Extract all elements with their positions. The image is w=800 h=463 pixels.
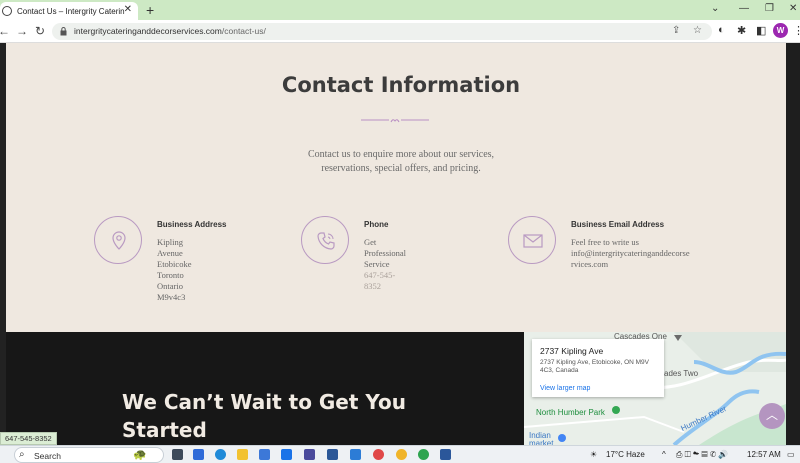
envelope-icon [508, 216, 556, 264]
chrome-icon-1[interactable] [373, 449, 384, 460]
tray-chevron-icon[interactable]: ^ [662, 450, 666, 459]
search-icon: ⌕ [19, 449, 25, 460]
cta-heading: We Can’t Wait to Get You Started [122, 390, 407, 442]
email-text: Feel free to write us info@intergritycat… [571, 237, 690, 269]
app-icon-1[interactable] [304, 449, 315, 460]
phone-number-link[interactable]: 647-545-8352 [364, 270, 395, 291]
windows-taskbar: ⌕ Search 🐢 ☀ 17°C Haze ^ ⎙ ◫ ☁ ▤ ✆ 🔊 12:… [0, 445, 800, 463]
edge-icon[interactable] [215, 449, 226, 460]
email-address-link[interactable]: info@intergritycateringanddecorse [571, 248, 690, 258]
divider-ornament-icon [361, 119, 429, 123]
chrome-icon-active[interactable] [418, 449, 429, 460]
browser-toolbar: ← → ↻ intergritycateringanddecorservices… [0, 20, 800, 43]
widgets-icon[interactable] [193, 449, 204, 460]
status-bar-link-preview: 647-545-8352 [0, 432, 57, 445]
bookmark-star-icon[interactable]: ☆ [693, 25, 702, 36]
map-label-cascades-two: ades Two [664, 369, 699, 378]
store-icon[interactable] [259, 449, 270, 460]
extensions-puzzle-icon[interactable]: ✱ [737, 24, 746, 37]
menu-icon[interactable]: ⋮ [793, 24, 800, 37]
forward-arrow-icon[interactable]: → [16, 24, 28, 38]
restore-icon[interactable]: ❐ [765, 3, 774, 14]
mail-icon[interactable] [281, 449, 292, 460]
new-tab-button[interactable]: + [146, 2, 154, 18]
scroll-to-top-button[interactable]: ︿ [759, 403, 785, 429]
browser-tab[interactable]: Contact Us – Intergrity Catering ✕ [0, 2, 138, 20]
phone-icon [301, 216, 349, 264]
section-title: Contact Information [281, 73, 521, 97]
url-text: intergritycateringanddecorservices.com/c… [74, 26, 266, 36]
tab-close-icon[interactable]: ✕ [124, 4, 132, 15]
clock[interactable]: 12:57 AM [747, 450, 781, 459]
taskbar-search[interactable]: ⌕ Search 🐢 [14, 447, 164, 463]
map-label-north-humber-park: North Humber Park [536, 408, 605, 417]
tab-search-chevron-icon[interactable]: ⌄ [711, 3, 719, 14]
location-pin-icon [94, 216, 142, 264]
reload-icon[interactable]: ↻ [35, 24, 45, 38]
view-larger-map-link[interactable]: View larger map [540, 385, 590, 392]
share-icon[interactable]: ⇪ [672, 25, 680, 36]
app-icon-2[interactable] [327, 449, 338, 460]
close-window-icon[interactable]: ✕ [789, 3, 797, 14]
map-place-title: 2737 Kipling Ave [540, 346, 604, 356]
lock-icon [60, 27, 67, 36]
word-icon[interactable] [440, 449, 451, 460]
file-explorer-icon[interactable] [237, 449, 248, 460]
map-place-address: 2737 Kipling Ave, Etobicoke, ON M9V 4C3,… [540, 359, 649, 374]
tray-icons[interactable]: ⎙ ◫ ☁ ▤ ✆ 🔊 [676, 450, 728, 460]
minimize-icon[interactable]: — [739, 3, 749, 14]
extension-badge-icon[interactable]: ◐ [718, 24, 725, 36]
phone-heading: Phone [364, 220, 389, 229]
chrome-icon-2[interactable] [396, 449, 407, 460]
email-heading: Business Email Address [571, 220, 665, 229]
notifications-icon[interactable]: ▭ [787, 450, 795, 459]
contact-intro-text: Contact us to enquire more about our ser… [307, 149, 495, 174]
weather-text[interactable]: 17°C Haze [606, 450, 645, 459]
contact-information-section: Contact Information Contact us to enquir… [6, 43, 786, 332]
map-info-card: 2737 Kipling Ave 2737 Kipling Ave, Etobi… [532, 339, 664, 397]
site-favicon-icon [2, 6, 12, 16]
back-arrow-icon[interactable]: ← [0, 24, 10, 38]
task-view-icon[interactable] [172, 449, 183, 460]
side-panel-icon[interactable]: ◧ [756, 24, 766, 37]
cta-section: We Can’t Wait to Get You Started [6, 332, 524, 445]
chevron-up-icon: ︿ [765, 408, 778, 422]
business-address-text: Kipling Avenue Etobicoke Toronto Ontario … [157, 237, 192, 302]
vscode-icon[interactable] [350, 449, 361, 460]
address-bar[interactable]: intergritycateringanddecorservices.com/c… [52, 23, 712, 40]
search-label: Search [34, 451, 61, 461]
phone-text: Get Professional Service 647-545-8352 [364, 237, 407, 291]
browser-tab-strip: Contact Us – Intergrity Catering ✕ + ⌄ —… [0, 0, 800, 20]
search-highlight-icon: 🐢 [133, 449, 147, 461]
business-address-heading: Business Address [157, 220, 227, 229]
profile-avatar[interactable]: W [773, 23, 788, 38]
page-edge-right [786, 43, 800, 445]
weather-icon[interactable]: ☀ [590, 450, 597, 459]
tab-title: Contact Us – Intergrity Catering [17, 6, 125, 16]
embedded-map[interactable]: Cascades One ades Two North Humber Park … [524, 332, 786, 445]
